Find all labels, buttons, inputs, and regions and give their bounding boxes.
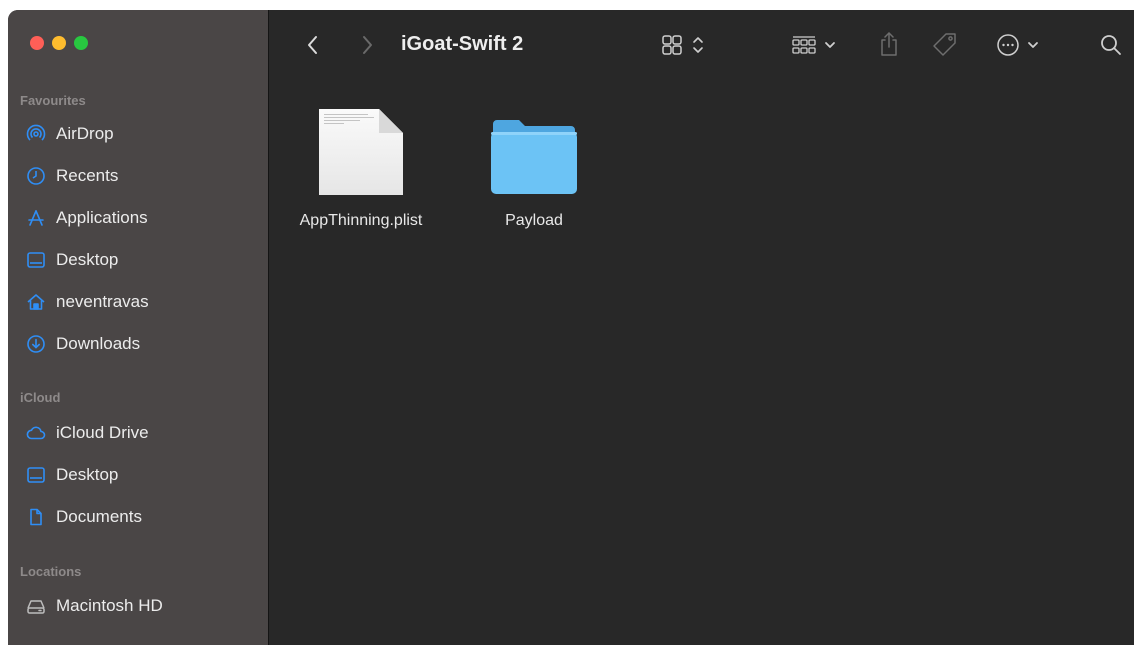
file-item-payload[interactable]: Payload <box>479 116 589 230</box>
file-name-label: Payload <box>505 212 563 229</box>
plist-file-icon <box>319 109 403 195</box>
back-button[interactable] <box>301 31 325 59</box>
tag-icon <box>933 33 956 56</box>
desktop-icon <box>26 465 46 485</box>
desktop-icon <box>26 250 46 270</box>
chevron-down-icon <box>825 42 835 48</box>
document-icon <box>26 507 46 527</box>
sidebar-item-label: Macintosh HD <box>56 596 163 615</box>
applications-icon <box>26 208 46 228</box>
sidebar-item-downloads[interactable]: Downloads <box>14 327 260 361</box>
chevron-up-down-icon <box>693 37 703 53</box>
sidebar: Favourites AirDrop Recents Applications … <box>8 10 269 645</box>
favourites-section-title: Favourites <box>20 93 86 108</box>
forward-button[interactable] <box>355 31 379 59</box>
sidebar-item-icloud-desktop[interactable]: Desktop <box>14 458 260 492</box>
airdrop-icon <box>26 124 46 144</box>
group-by-button[interactable] <box>785 32 843 58</box>
search-button[interactable] <box>1097 31 1125 59</box>
window-controls <box>30 36 88 50</box>
sidebar-item-desktop[interactable]: Desktop <box>14 243 260 277</box>
sidebar-item-recents[interactable]: Recents <box>14 159 260 193</box>
sidebar-item-macintosh-hd[interactable]: Macintosh HD <box>14 589 260 623</box>
close-window-button[interactable] <box>30 36 44 50</box>
sidebar-item-label: Applications <box>56 208 148 227</box>
zoom-window-button[interactable] <box>74 36 88 50</box>
cloud-icon <box>26 423 46 443</box>
ellipsis-circle-icon <box>997 34 1019 56</box>
download-icon <box>26 334 46 354</box>
more-actions-button[interactable] <box>991 31 1045 59</box>
sidebar-item-airdrop[interactable]: AirDrop <box>14 117 260 151</box>
chevron-left-icon <box>308 36 317 54</box>
toolbar: iGoat-Swift 2 <box>269 10 1134 82</box>
sidebar-item-label: neventravas <box>56 292 149 311</box>
sidebar-item-icloud-drive[interactable]: iCloud Drive <box>14 416 260 450</box>
sidebar-item-label: Desktop <box>56 250 119 269</box>
minimize-window-button[interactable] <box>52 36 66 50</box>
share-icon <box>881 32 897 56</box>
hard-drive-icon <box>26 596 46 616</box>
sidebar-item-label: iCloud Drive <box>56 423 149 442</box>
folder-icon <box>491 120 577 194</box>
chevron-down-icon <box>1028 42 1038 48</box>
file-name-label: AppThinning.plist <box>299 212 423 229</box>
sidebar-item-documents[interactable]: Documents <box>14 500 260 534</box>
share-button[interactable] <box>875 28 903 60</box>
sidebar-item-applications[interactable]: Applications <box>14 201 260 235</box>
sidebar-item-label: Recents <box>56 166 119 185</box>
file-browser-area[interactable]: AppThinning.plist Payload <box>269 82 1134 645</box>
sidebar-item-label: AirDrop <box>56 124 114 143</box>
icon-view-grid-icon <box>662 35 682 55</box>
sidebar-item-label: Desktop <box>56 465 119 484</box>
tag-button[interactable] <box>929 29 961 61</box>
clock-icon <box>26 166 46 186</box>
chevron-right-icon <box>363 36 372 54</box>
locations-section-title: Locations <box>20 564 82 579</box>
sidebar-item-label: Documents <box>56 507 142 526</box>
group-grid-icon <box>792 36 816 54</box>
file-item-appthinning[interactable]: AppThinning.plist <box>286 106 436 230</box>
search-icon <box>1101 35 1121 55</box>
sidebar-item-label: Downloads <box>56 334 141 353</box>
finder-window: Favourites AirDrop Recents Applications … <box>8 10 1134 645</box>
sidebar-item-home[interactable]: neventravas <box>14 285 260 319</box>
view-mode-button[interactable] <box>653 32 713 58</box>
home-icon <box>26 292 46 312</box>
window-title: iGoat-Swift 2 <box>401 33 524 55</box>
icloud-section-title: iCloud <box>20 390 61 405</box>
